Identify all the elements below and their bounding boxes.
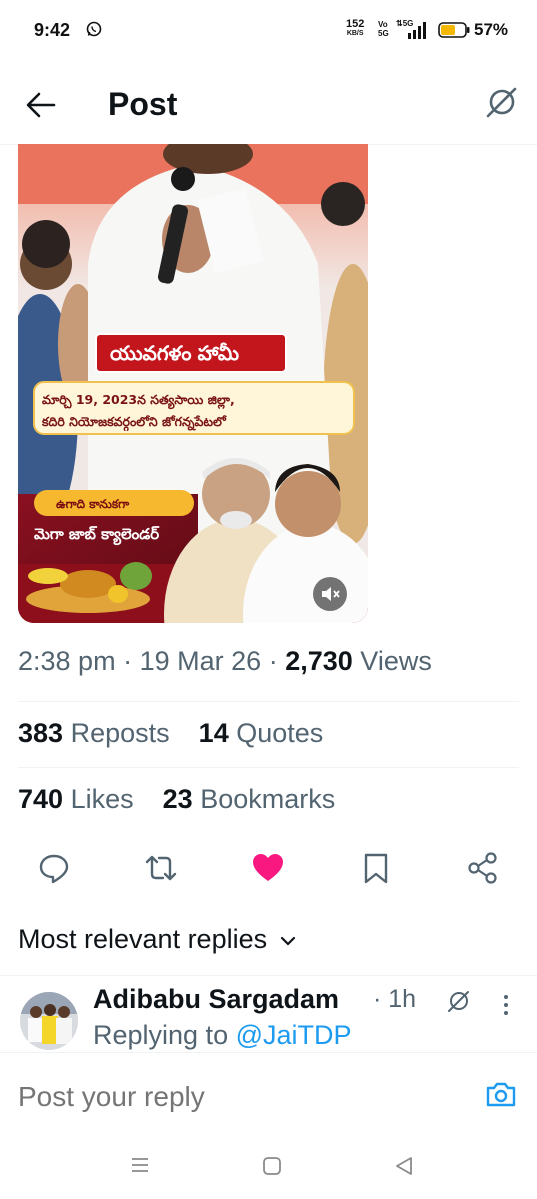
- stats-row-2: 740 Likes 23 Bookmarks: [18, 784, 335, 815]
- reply-composer: [0, 1052, 537, 1123]
- divider: [18, 701, 519, 702]
- replying-handle-link[interactable]: @JaiTDP: [236, 1020, 352, 1050]
- mega-job-text: మెగా జాబ్ క్యాలెండర్: [34, 525, 160, 546]
- avatar[interactable]: [20, 992, 78, 1050]
- chevron-down-icon: [280, 936, 295, 946]
- replying-to: Replying to @JaiTDP: [93, 1020, 352, 1050]
- page-title: Post: [108, 86, 178, 122]
- views-label: Views: [360, 646, 432, 676]
- signal-icon: ⇅5G: [396, 19, 426, 39]
- post-time: 2:38 pm: [18, 646, 116, 676]
- reply-icon[interactable]: [36, 850, 72, 886]
- banner-title-text: యువగళం హామీ: [110, 341, 239, 365]
- post-date: 19 Mar 26: [139, 646, 262, 676]
- divider: [18, 767, 519, 768]
- top-app-bar: Post: [0, 62, 537, 145]
- whatsapp-icon: [86, 21, 102, 37]
- status-bar: 9:42 152 KB/S Vo 5G ⇅5G 57%: [0, 0, 537, 62]
- bookmarks-stat[interactable]: 23 Bookmarks: [163, 784, 336, 814]
- reply-author-name[interactable]: Adibabu Sargadam: [93, 984, 339, 1015]
- like-icon[interactable]: [250, 850, 286, 886]
- battery-percent: 57%: [474, 20, 509, 39]
- post-meta: 2:38 pm · 19 Mar 26 · 2,730 Views: [18, 646, 432, 676]
- reposts-stat[interactable]: 383 Reposts: [18, 718, 170, 748]
- battery-icon: [438, 22, 470, 38]
- replies-sort-dropdown[interactable]: Most relevant replies: [18, 924, 297, 955]
- svg-text:⇅5G: ⇅5G: [396, 19, 413, 28]
- video-frame: యువగళం హామీ మార్చి 19, 2023న సత్యసాయి జిల…: [18, 144, 368, 623]
- replies-sort-label: Most relevant replies: [18, 924, 268, 954]
- views-count: 2,730: [285, 646, 353, 676]
- speaker-muted-icon: [322, 587, 340, 601]
- divider: [0, 975, 537, 976]
- system-nav-bar: [0, 1130, 537, 1199]
- repost-icon[interactable]: [143, 850, 179, 886]
- grok-icon[interactable]: [484, 84, 520, 120]
- network-speed: 152 KB/S: [346, 18, 365, 38]
- camera-icon[interactable]: [484, 1079, 518, 1109]
- stats-row-1: 383 Reposts 14 Quotes: [18, 718, 323, 749]
- mute-button[interactable]: [313, 577, 347, 611]
- grok-icon[interactable]: [446, 988, 472, 1014]
- post-video[interactable]: యువగళం హామీ మార్చి 19, 2023న సత్యసాయి జిల…: [18, 144, 368, 623]
- reply-input[interactable]: [18, 1081, 438, 1113]
- more-options-icon[interactable]: [498, 992, 514, 1018]
- bookmark-icon[interactable]: [358, 850, 394, 886]
- back-arrow-icon[interactable]: [24, 88, 58, 122]
- likes-stat[interactable]: 740 Likes: [18, 784, 134, 814]
- quotes-stat[interactable]: 14 Quotes: [199, 718, 324, 748]
- reply-time: · 1h: [373, 985, 417, 1013]
- recents-icon[interactable]: [130, 1156, 150, 1174]
- volte-indicator: Vo 5G: [378, 20, 389, 38]
- status-time: 9:42: [34, 20, 71, 40]
- home-icon[interactable]: [262, 1156, 282, 1176]
- back-nav-icon[interactable]: [394, 1156, 414, 1176]
- share-icon[interactable]: [465, 850, 501, 886]
- ugadi-text: ఉగాది కానుకగా: [56, 497, 130, 511]
- avatar-photo: [20, 992, 78, 1050]
